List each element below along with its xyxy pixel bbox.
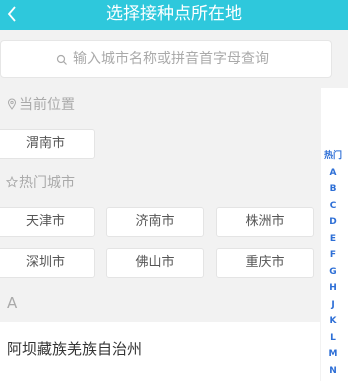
city-list-item-label: 阿坝藏族羌族自治州 [7, 340, 143, 358]
index-item-c[interactable]: C [321, 200, 345, 212]
index-item-d[interactable]: D [321, 216, 345, 228]
index-item-l[interactable]: L [321, 332, 345, 344]
search-icon [56, 54, 67, 65]
index-item-m[interactable]: M [321, 348, 345, 360]
index-item-j[interactable]: J [321, 299, 345, 311]
current-location-heading: 当前位置 [6, 96, 75, 114]
index-item-k[interactable]: K [321, 315, 345, 327]
hot-city-chip[interactable]: 佛山市 [106, 248, 204, 278]
hot-city-chip[interactable]: 深圳市 [0, 248, 95, 278]
page-title: 选择接种点所在地 [106, 4, 242, 24]
index-item-a[interactable]: A [321, 167, 345, 179]
star-icon [6, 176, 18, 188]
index-item-b[interactable]: B [321, 183, 345, 195]
search-input[interactable] [73, 49, 323, 69]
index-item-e[interactable]: E [321, 233, 345, 245]
alphabet-index-bar[interactable]: 热门 A B C D E F G H J K L M N [321, 88, 348, 381]
hot-city-chip[interactable]: 株洲市 [216, 207, 314, 237]
hot-city-chip[interactable]: 天津市 [0, 207, 95, 237]
hot-cities-heading: 热门城市 [6, 174, 75, 192]
city-list-item[interactable]: 阿坝藏族羌族自治州 [0, 322, 320, 381]
index-item-g[interactable]: G [321, 266, 345, 278]
header-bar: 选择接种点所在地 [0, 0, 348, 30]
current-location-label: 当前位置 [19, 97, 75, 113]
hot-city-chip[interactable]: 重庆市 [216, 248, 314, 278]
hot-city-chip[interactable]: 济南市 [106, 207, 204, 237]
search-box[interactable] [0, 40, 332, 78]
hot-cities-label: 热门城市 [19, 175, 75, 191]
index-item-h[interactable]: H [321, 282, 345, 294]
location-pin-icon [7, 98, 17, 110]
index-item-f[interactable]: F [321, 249, 345, 261]
index-item-hot[interactable]: 热门 [321, 150, 345, 162]
letter-group-heading: A [7, 294, 18, 312]
index-item-n[interactable]: N [321, 365, 345, 377]
current-city-chip[interactable]: 渭南市 [0, 129, 95, 159]
